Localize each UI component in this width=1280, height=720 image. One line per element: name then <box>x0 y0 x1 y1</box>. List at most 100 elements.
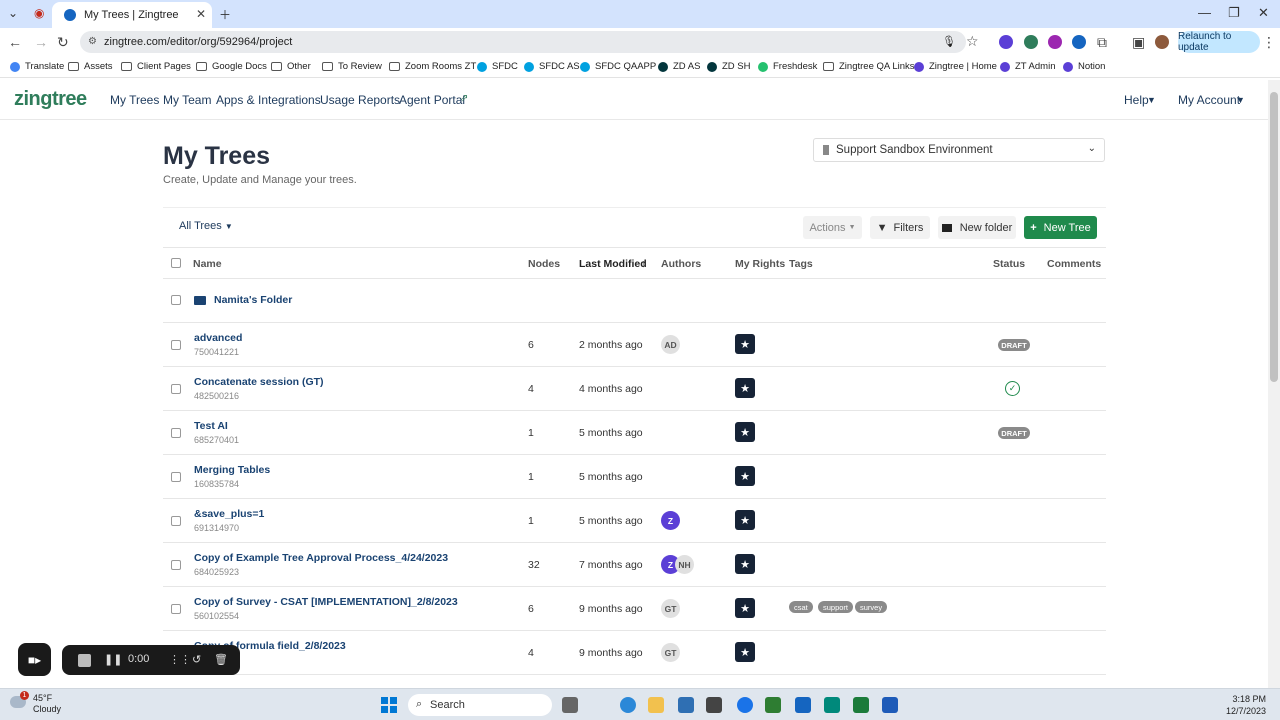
new-folder-button[interactable]: New folder <box>938 216 1016 239</box>
stop-icon[interactable] <box>78 654 91 667</box>
star-icon[interactable]: ★ <box>735 422 755 442</box>
nav-usage-reports[interactable]: Usage Reports <box>320 93 400 107</box>
star-icon[interactable]: ★ <box>735 378 755 398</box>
column-authors[interactable]: Authors <box>661 258 701 270</box>
start-button[interactable] <box>381 697 397 713</box>
bookmark-sfdc[interactable]: SFDC <box>477 61 518 72</box>
row-checkbox[interactable] <box>171 472 181 482</box>
grid-icon[interactable]: ⋮⋮ <box>169 653 191 666</box>
relaunch-button[interactable]: Relaunch to update <box>1178 31 1260 53</box>
extension-circle-icon[interactable] <box>1072 35 1086 49</box>
tag-badge[interactable]: csat <box>789 601 813 613</box>
copilot-icon[interactable] <box>620 697 636 713</box>
star-icon[interactable]: ★ <box>735 598 755 618</box>
column-my-rights[interactable]: My Rights <box>735 258 785 270</box>
author-avatar[interactable]: NH <box>675 555 694 574</box>
column-nodes[interactable]: Nodes <box>528 258 560 270</box>
bookmark-sfdc-qaapp[interactable]: SFDC QAAPP <box>580 61 656 72</box>
snipping-tool-icon[interactable] <box>706 697 722 713</box>
bookmark-zd-sh[interactable]: ZD SH <box>707 61 751 72</box>
table-row[interactable]: Copy of formula field_2/8/2023 4 9 month… <box>163 631 1106 675</box>
bookmark-other[interactable]: Other <box>271 61 311 72</box>
back-icon[interactable]: ← <box>8 34 22 50</box>
profile-avatar[interactable] <box>1155 35 1169 49</box>
page-scrollbar[interactable] <box>1268 80 1280 688</box>
select-all-checkbox[interactable] <box>171 258 181 268</box>
word-icon[interactable] <box>882 697 898 713</box>
bookmark-qa-links[interactable]: Zingtree QA Links <box>823 61 915 72</box>
row-checkbox[interactable] <box>171 384 181 394</box>
restart-icon[interactable]: ↺ <box>192 653 201 666</box>
filters-button[interactable]: ▼ Filters <box>870 216 930 239</box>
author-avatar[interactable]: Z <box>661 511 680 530</box>
bookmark-translate[interactable]: Translate <box>10 61 64 72</box>
row-checkbox[interactable] <box>171 340 181 350</box>
reload-icon[interactable]: ↻ <box>57 34 69 51</box>
tree-name[interactable]: Merging Tables <box>194 464 270 476</box>
file-explorer-icon[interactable] <box>648 697 664 713</box>
extension-bolt-icon[interactable] <box>1048 35 1062 49</box>
tree-name[interactable]: &save_plus=1 <box>194 508 264 520</box>
star-icon[interactable]: ★ <box>735 510 755 530</box>
row-checkbox[interactable] <box>171 560 181 570</box>
zingtree-logo[interactable]: zingtree <box>14 88 87 111</box>
bookmark-to-review[interactable]: To Review <box>322 61 382 72</box>
app-icon[interactable] <box>824 697 840 713</box>
actions-button[interactable]: Actions ▼ <box>803 216 862 239</box>
table-row[interactable]: Test AI 685270401 1 5 months ago ★ DRAFT <box>163 411 1106 455</box>
mic-icon[interactable]: 🎙 <box>942 35 956 48</box>
help-menu[interactable]: Help <box>1124 93 1149 107</box>
new-tab-icon[interactable]: ＋ <box>219 6 231 23</box>
bookmark-zoom-rooms[interactable]: Zoom Rooms ZT <box>389 61 476 72</box>
star-icon[interactable]: ★ <box>735 466 755 486</box>
tree-name[interactable]: Copy of Survey - CSAT [IMPLEMENTATION]_2… <box>194 596 458 608</box>
account-menu[interactable]: My Account <box>1178 93 1240 107</box>
nav-my-team[interactable]: My Team <box>163 93 211 107</box>
column-last-modified[interactable]: Last Modified <box>579 258 647 270</box>
extensions-puzzle-icon[interactable]: ⧉ <box>1097 34 1107 51</box>
bookmark-notion[interactable]: Notion <box>1063 61 1105 72</box>
scrollbar-thumb[interactable] <box>1270 92 1278 382</box>
bookmark-star-icon[interactable]: ☆ <box>966 33 979 50</box>
bookmark-zt-admin[interactable]: ZT Admin <box>1000 61 1055 72</box>
taskbar-search[interactable]: ⌕ Search <box>408 694 552 716</box>
nav-agent-portal[interactable]: Agent Portal <box>399 93 465 107</box>
browser-tab-active[interactable]: My Trees | Zingtree ✕ <box>52 2 212 28</box>
nav-apps-integrations[interactable]: Apps & Integrations <box>216 93 321 107</box>
folder-name[interactable]: Namita's Folder <box>214 294 292 306</box>
tree-name[interactable]: Copy of Example Tree Approval Process_4/… <box>194 552 448 564</box>
bookmark-assets[interactable]: Assets <box>68 61 113 72</box>
site-info-icon[interactable]: ⚙ <box>88 36 97 47</box>
row-checkbox[interactable] <box>171 428 181 438</box>
table-row[interactable]: &save_plus=1 691314970 1 5 months ago Z … <box>163 499 1106 543</box>
pause-icon[interactable]: ❚❚ <box>104 653 122 666</box>
nav-my-trees[interactable]: My Trees <box>110 93 159 107</box>
row-checkbox[interactable] <box>171 295 181 305</box>
table-row[interactable]: Merging Tables 160835784 1 5 months ago … <box>163 455 1106 499</box>
close-window-icon[interactable]: ✕ <box>1258 5 1269 21</box>
table-row[interactable]: advanced 750041221 6 2 months ago AD ★ D… <box>163 323 1106 367</box>
new-tree-button[interactable]: + New Tree <box>1024 216 1097 239</box>
tab-close-icon[interactable]: ✕ <box>196 7 206 21</box>
calculator-icon[interactable] <box>678 697 694 713</box>
tab-search-icon[interactable]: ⌄ <box>8 6 18 20</box>
column-comments[interactable]: Comments <box>1047 258 1101 270</box>
forward-icon[interactable]: → <box>34 34 48 50</box>
task-view-icon[interactable] <box>562 697 578 713</box>
record-icon[interactable]: ◉ <box>34 6 44 20</box>
vscode-icon[interactable] <box>795 697 811 713</box>
bookmark-client-pages[interactable]: Client Pages <box>121 61 191 72</box>
table-row[interactable]: Concatenate session (GT) 482500216 4 4 m… <box>163 367 1106 411</box>
extension-sync-icon[interactable] <box>1024 35 1038 49</box>
table-row[interactable]: Copy of Survey - CSAT [IMPLEMENTATION]_2… <box>163 587 1106 631</box>
weather-widget[interactable]: 45°F Cloudy <box>33 693 61 715</box>
all-trees-dropdown[interactable]: All Trees ▼ <box>179 220 233 232</box>
environment-select[interactable]: Support Sandbox Environment ⌄ <box>813 138 1105 162</box>
minimize-icon[interactable]: — <box>1198 5 1211 20</box>
chrome-menu-icon[interactable]: ⋮ <box>1262 34 1276 51</box>
tag-badge[interactable]: support <box>818 601 854 613</box>
side-panel-icon[interactable]: ▣ <box>1132 34 1145 51</box>
trash-icon[interactable]: 🗑 <box>214 653 228 666</box>
star-icon[interactable]: ★ <box>735 334 755 354</box>
extension-settings-icon[interactable] <box>999 35 1013 49</box>
